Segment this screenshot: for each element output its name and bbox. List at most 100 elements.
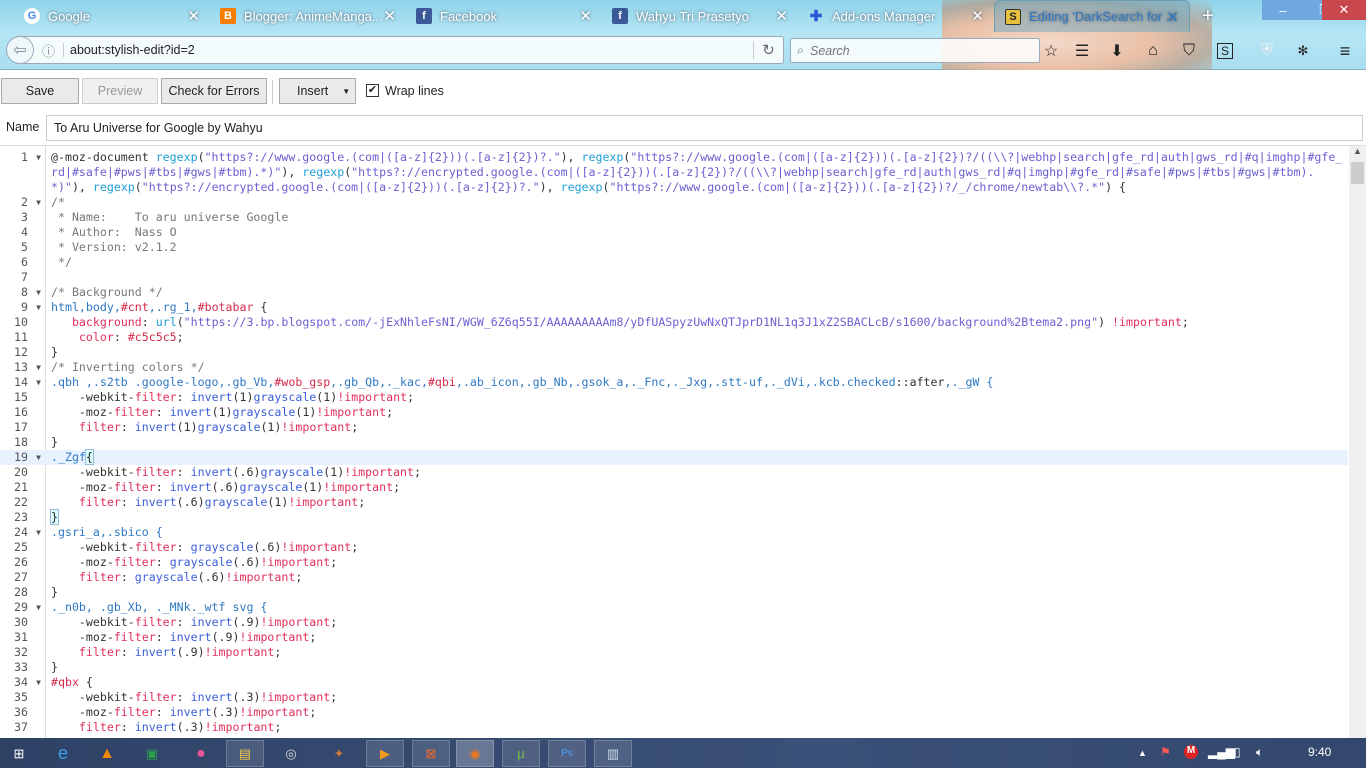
url-text[interactable]: about:stylish-edit?id=2 [63, 43, 753, 57]
code-line[interactable]: 22 filter: invert(.6)grayscale(1)!import… [0, 495, 1348, 510]
line-text[interactable]: -webkit-filter: grayscale(.6)!important; [46, 540, 1348, 555]
wrap-lines-checkbox[interactable]: ✔ [366, 84, 379, 97]
code-line[interactable]: 24 ▼ .gsri_a,.sbico { [0, 525, 1348, 540]
notepad-icon[interactable]: ▥ [594, 740, 632, 767]
save-button[interactable]: Save [1, 78, 79, 104]
stylish-toolbar-icon[interactable]: S [1217, 43, 1233, 59]
code-line[interactable]: 34 ▼ #qbx { [0, 675, 1348, 690]
code-line[interactable]: 16 -moz-filter: invert(1)grayscale(1)!im… [0, 405, 1348, 420]
code-line[interactable]: 3 * Name: To aru universe Google [0, 210, 1348, 225]
shield-icon[interactable]: ⛨ [1256, 40, 1278, 62]
line-text[interactable]: /* Background */ [46, 285, 1348, 300]
downloads-icon[interactable]: ⬇ [1106, 40, 1128, 62]
tab-facebook[interactable]: f Facebook ✕ [406, 0, 602, 32]
code-line[interactable]: 29 ▼ ._n0b, .gb_Xb, ._MNk._wtf svg { [0, 600, 1348, 615]
line-text[interactable]: */ [46, 255, 1348, 270]
preview-button[interactable]: Preview [82, 78, 158, 104]
media-player-icon[interactable]: ▶ [366, 740, 404, 767]
line-text[interactable]: filter: grayscale(.6)!important; [46, 570, 1348, 585]
code-line[interactable]: 37 filter: invert(.3)!important; [0, 720, 1348, 735]
fold-arrow-icon[interactable]: ▼ [36, 300, 41, 315]
check-errors-button[interactable]: Check for Errors [161, 78, 267, 104]
close-tab-icon[interactable]: ✕ [579, 7, 592, 25]
fold-arrow-icon[interactable]: ▼ [36, 285, 41, 300]
line-text[interactable]: html,body,#cnt,.rg_1,#botabar { [46, 300, 1348, 315]
code-line[interactable]: 19 ▼ ._Zgf{ [0, 449, 1348, 465]
search-input[interactable]: ⌕ Search [790, 38, 1040, 63]
line-text[interactable]: .qbh ,.s2tb .google-logo,.gb_Vb,#wob_gsp… [46, 375, 1348, 390]
line-text[interactable]: color: #c5c5c5; [46, 330, 1348, 345]
line-text[interactable]: -moz-filter: invert(.6)grayscale(1)!impo… [46, 480, 1348, 495]
network-error-icon[interactable]: ⚑ [1160, 745, 1171, 759]
name-input[interactable]: To Aru Universe for Google by Wahyu [46, 115, 1363, 141]
code-line[interactable]: 30 -webkit-filter: invert(.9)!important; [0, 615, 1348, 630]
code-line[interactable]: 23} [0, 509, 1348, 525]
close-window-button[interactable]: ✕ [1322, 0, 1366, 20]
firefox-icon[interactable]: ◉ [456, 740, 494, 767]
vertical-scrollbar[interactable]: ▲ [1349, 146, 1366, 738]
code-line[interactable]: 20 -webkit-filter: invert(.6)grayscale(1… [0, 465, 1348, 480]
code-line[interactable]: 11 color: #c5c5c5; [0, 330, 1348, 345]
line-text[interactable]: filter: invert(.3)!important; [46, 720, 1348, 735]
line-text[interactable]: @-moz-document regexp("https?://www.goog… [46, 150, 1348, 195]
volume-icon[interactable]: 🔈︎ [1256, 745, 1263, 760]
code-line[interactable]: 32 filter: invert(.9)!important; [0, 645, 1348, 660]
wrap-lines-label[interactable]: Wrap lines [385, 84, 444, 98]
close-tab-icon[interactable]: ✕ [971, 7, 984, 25]
code-line[interactable]: 17 filter: invert(1)grayscale(1)!importa… [0, 420, 1348, 435]
line-text[interactable]: -webkit-filter: invert(.3)!important; [46, 690, 1348, 705]
tab-blogger[interactable]: B Blogger: AnimeManga... ✕ [210, 0, 406, 32]
line-text[interactable]: * Author: Nass O [46, 225, 1348, 240]
tab-google[interactable]: G Google ✕ [14, 0, 210, 32]
start-button[interactable]: ⊞ [0, 740, 38, 767]
code-line[interactable]: 4 * Author: Nass O [0, 225, 1348, 240]
code-line[interactable]: 31 -moz-filter: invert(.9)!important; [0, 630, 1348, 645]
line-text[interactable]: ._n0b, .gb_Xb, ._MNk._wtf svg { [46, 600, 1348, 615]
line-text[interactable]: -webkit-filter: invert(1)grayscale(1)!im… [46, 390, 1348, 405]
code-line[interactable]: 36 -moz-filter: invert(.3)!important; [0, 705, 1348, 720]
tab-addons[interactable]: ✚ Add-ons Manager ✕ [798, 0, 994, 32]
code-line[interactable]: 9 ▼ html,body,#cnt,.rg_1,#botabar { [0, 300, 1348, 315]
scrollbar-thumb[interactable] [1351, 162, 1364, 184]
line-text[interactable]: } [46, 345, 1348, 360]
code-lines[interactable]: 1 ▼ @-moz-document regexp("https?://www.go… [0, 150, 1348, 735]
line-text[interactable]: .gsri_a,.sbico { [46, 525, 1348, 540]
fold-arrow-icon[interactable]: ▼ [36, 525, 41, 540]
bookmarks-list-icon[interactable]: ☰ [1071, 40, 1093, 62]
fold-arrow-icon[interactable]: ▼ [36, 600, 41, 615]
fold-arrow-icon[interactable]: ▼ [36, 195, 41, 210]
code-line[interactable]: 13 ▼ /* Inverting colors */ [0, 360, 1348, 375]
bee-icon[interactable]: ✻ [1292, 40, 1314, 62]
line-text[interactable]: ​ [46, 270, 1348, 285]
osu-icon[interactable]: ● [182, 740, 220, 767]
fold-arrow-icon[interactable]: ▼ [36, 450, 41, 465]
back-button[interactable]: ⇦ [6, 36, 34, 64]
line-text[interactable]: } [46, 435, 1348, 450]
line-text[interactable]: /* [46, 195, 1348, 210]
line-text[interactable]: filter: invert(.6)grayscale(1)!important… [46, 495, 1348, 510]
home-icon[interactable]: ⌂ [1142, 40, 1164, 62]
code-line[interactable]: 10 background: url("https://3.bp.blogspo… [0, 315, 1348, 330]
game-icon[interactable]: ✦ [320, 740, 358, 767]
code-editor[interactable]: 1 ▼ @-moz-document regexp("https?://www.go… [0, 145, 1366, 738]
fold-arrow-icon[interactable]: ▼ [36, 150, 41, 165]
battery-icon[interactable]: ▯ [1234, 745, 1241, 759]
info-icon[interactable]: ⓘ [42, 41, 55, 60]
code-line[interactable]: 33} [0, 660, 1348, 675]
close-tab-icon[interactable]: ✕ [775, 7, 788, 25]
insert-dropdown[interactable]: Insert ▼ [279, 78, 356, 104]
code-line[interactable]: 26 -moz-filter: grayscale(.6)!important; [0, 555, 1348, 570]
line-text[interactable]: background: url("https://3.bp.blogspot.c… [46, 315, 1348, 330]
code-line[interactable]: 8 ▼/* Background */ [0, 285, 1348, 300]
line-text[interactable]: -webkit-filter: invert(.9)!important; [46, 615, 1348, 630]
line-text[interactable]: -webkit-filter: invert(.6)grayscale(1)!i… [46, 465, 1348, 480]
code-line[interactable]: 35 -webkit-filter: invert(.3)!important; [0, 690, 1348, 705]
clock[interactable]: 9:40 [1308, 745, 1331, 759]
line-text[interactable]: * Version: v2.1.2 [46, 240, 1348, 255]
pocket-icon[interactable]: ⛉ [1178, 40, 1200, 62]
code-line[interactable]: 14 ▼ .qbh ,.s2tb .google-logo,.gb_Vb,#wob_… [0, 375, 1348, 390]
line-text[interactable]: -moz-filter: invert(.9)!important; [46, 630, 1348, 645]
line-text[interactable]: -moz-filter: invert(.3)!important; [46, 705, 1348, 720]
vlc-icon[interactable]: ▲ [88, 740, 126, 767]
close-tab-icon[interactable]: ✕ [1166, 8, 1179, 26]
